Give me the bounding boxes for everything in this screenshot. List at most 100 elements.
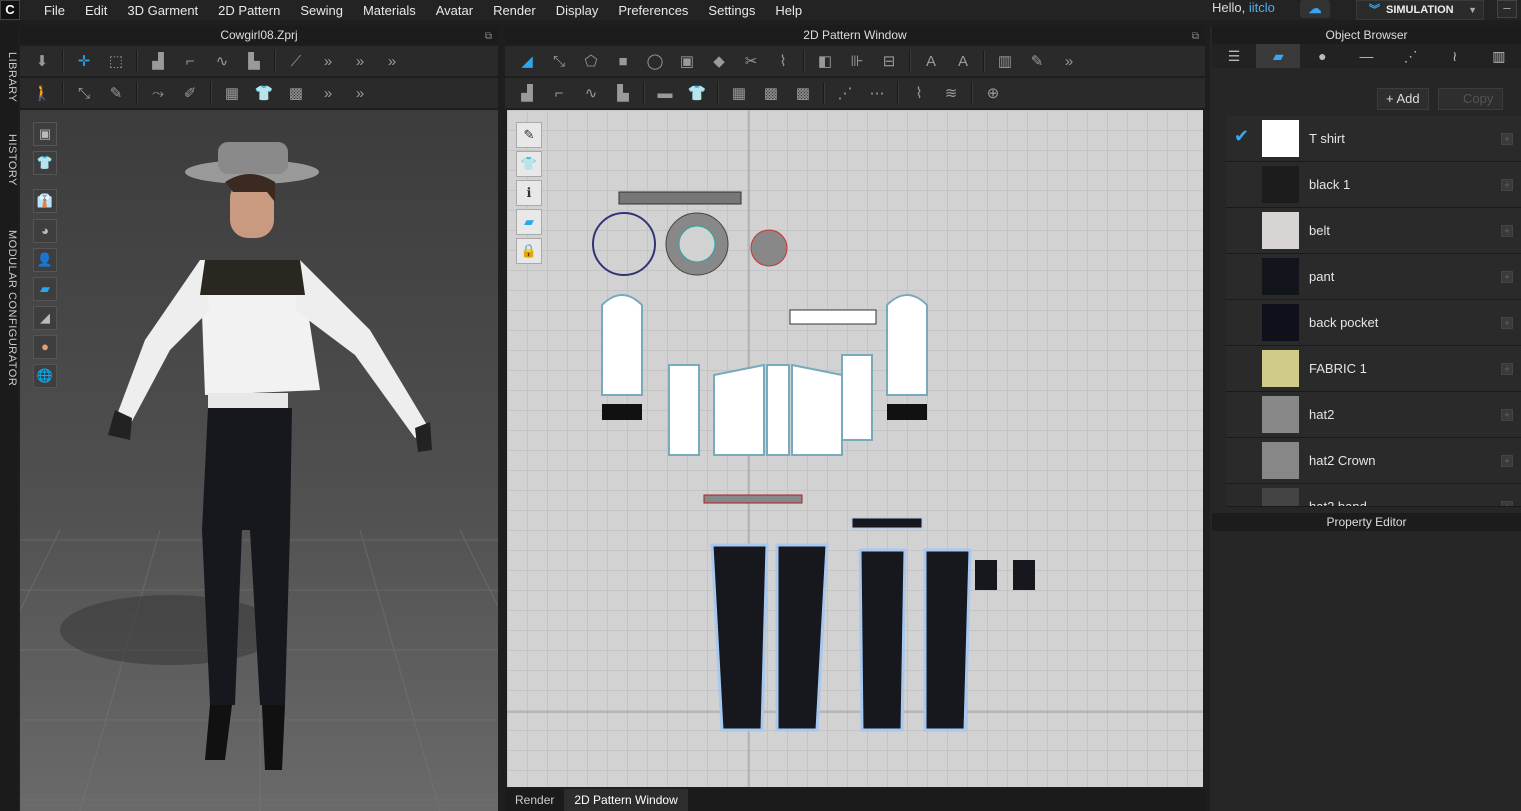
apply-fabric-icon[interactable]: + [1501,409,1513,421]
free-sew-icon[interactable]: ∿ [579,82,603,104]
show-garment-icon[interactable]: 👕 [33,151,57,175]
user-name[interactable]: iitclo [1249,0,1275,15]
minimize-button[interactable]: – [1497,0,1517,18]
zipper-tab-icon[interactable]: ≀ [1433,44,1477,68]
trims-tab-icon[interactable]: ▥ [1477,44,1521,68]
pin-icon[interactable]: ⟋ [284,50,308,72]
apply-fabric-icon[interactable]: + [1501,317,1513,329]
menu-3d-garment[interactable]: 3D Garment [117,3,208,18]
user-greeting[interactable]: Hello, iitclo [1212,0,1275,15]
fabric-view-icon[interactable]: ▰ [516,209,542,235]
shirt-pattern-icon[interactable]: 👕 [252,82,276,104]
fold-icon[interactable]: ◧ [813,50,837,72]
fabric-list-item[interactable]: belt + [1226,208,1521,254]
polygon-icon[interactable]: ⬠ [579,50,603,72]
apply-fabric-icon[interactable]: + [1501,271,1513,283]
texture-icon[interactable]: ▦ [220,82,244,104]
apply-fabric-icon[interactable]: + [1501,133,1513,145]
dropdown-arrow-icon[interactable]: ▼ [1468,1,1477,19]
locked-shirt-icon[interactable]: 🔒 [516,238,542,264]
checker-shirt-icon[interactable]: ▩ [284,82,308,104]
copy-button[interactable]: Copy [1438,88,1503,110]
iron-icon[interactable]: ▬ [653,82,677,104]
2d-pattern-canvas[interactable]: ✎ 👕 ℹ ▰ 🔒 [507,110,1203,787]
fabric-list-item[interactable]: ✔ T shirt + [1226,116,1521,162]
menu-sewing[interactable]: Sewing [290,3,353,18]
button-tool-icon[interactable]: ⊕ [981,82,1005,104]
add-button[interactable]: + Add [1377,88,1429,110]
tab-2d-pattern-window[interactable]: 2D Pattern Window [564,789,688,811]
menu-avatar[interactable]: Avatar [426,3,483,18]
fabric-list-item[interactable]: black 1 + [1226,162,1521,208]
move-tool-icon[interactable]: ✛ [72,50,96,72]
apply-fabric-icon[interactable]: + [1501,363,1513,375]
text-large-icon[interactable]: A [951,50,975,72]
display-avatar-icon[interactable]: ▣ [33,122,57,146]
tack-icon[interactable]: ▙ [611,82,635,104]
topstitch-tab-icon[interactable]: ⋰ [1389,44,1433,68]
button-tab-icon[interactable]: ● [1300,44,1344,68]
buttonhole-tab-icon[interactable]: — [1344,44,1388,68]
tab-history[interactable]: HISTORY [0,134,18,186]
text-small-icon[interactable]: A [919,50,943,72]
edit-pattern-icon[interactable]: ⤡ [547,50,571,72]
cloud-icon[interactable]: ☁ [1300,0,1330,18]
tack-icon[interactable]: ▙ [242,50,266,72]
sew-icon[interactable]: ▟ [515,82,539,104]
curve-icon[interactable]: ⤳ [146,82,170,104]
avatar-texture-icon[interactable]: ◕ [33,219,57,243]
zigzag-icon[interactable]: ≋ [939,82,963,104]
fabric-icon[interactable]: ▰ [33,277,57,301]
annotation-icon[interactable]: ✎ [1025,50,1049,72]
tab-modular-configurator[interactable]: MODULAR CONFIGURATOR [0,230,18,386]
menu-2d-pattern[interactable]: 2D Pattern [208,3,290,18]
menu-materials[interactable]: Materials [353,3,426,18]
shirt-icon[interactable]: 👕 [685,82,709,104]
cut-icon[interactable]: ✂ [739,50,763,72]
more-icon[interactable]: » [348,82,372,104]
fabric-list-item[interactable]: hat2 Crown + [1226,438,1521,484]
more-icon[interactable]: » [380,50,404,72]
list-icon[interactable]: ☰ [1212,44,1256,68]
pattern-visibility-icon[interactable]: ✎ [516,122,542,148]
circle-icon[interactable]: ◯ [643,50,667,72]
tab-library[interactable]: LIBRARY [0,52,18,102]
sewing-machine-icon[interactable]: ▟ [146,50,170,72]
free-sewing-icon[interactable]: ∿ [210,50,234,72]
puckering-icon[interactable]: ⌇ [907,82,931,104]
rectangle-icon[interactable]: ■ [611,50,635,72]
skin-icon[interactable]: ● [33,335,57,359]
trace-icon[interactable]: ⌇ [771,50,795,72]
fabric-list-item[interactable]: back pocket + [1226,300,1521,346]
fabric-tab-icon[interactable]: ▰ [1256,44,1301,68]
menu-file[interactable]: File [34,3,75,18]
3d-viewport[interactable]: ▣ 👕 👔 ◕ 👤 ▰ ◢ ● 🌐 [20,110,498,811]
dart-icon[interactable]: ◆ [707,50,731,72]
menu-preferences[interactable]: Preferences [608,3,698,18]
popout-icon[interactable]: ⧉ [485,28,492,46]
topstitch-icon[interactable]: ⋰ [833,82,857,104]
app-logo[interactable]: C [0,0,20,20]
tab-render[interactable]: Render [505,789,564,811]
globe-icon[interactable]: 🌐 [33,364,57,388]
show-shirt-icon[interactable]: 👕 [516,151,542,177]
checker-icon[interactable]: ▩ [791,82,815,104]
fabric-list-item[interactable]: hat2 + [1226,392,1521,438]
simulation-button[interactable]: ︾ SIMULATION ▼ [1356,0,1484,20]
menu-render[interactable]: Render [483,3,546,18]
avatar-pose-icon[interactable]: 🚶 [30,82,54,104]
draw-line-icon[interactable]: ⤡ [72,82,96,104]
info-icon[interactable]: ℹ [516,180,542,206]
menu-display[interactable]: Display [546,3,609,18]
apply-fabric-icon[interactable]: + [1501,501,1513,506]
internal-rect-icon[interactable]: ▣ [675,50,699,72]
menu-edit[interactable]: Edit [75,3,117,18]
avatar-icon[interactable]: 👤 [33,248,57,272]
menu-help[interactable]: Help [765,3,812,18]
measure-icon[interactable]: ⊟ [877,50,901,72]
stitch-icon[interactable]: ⋯ [865,82,889,104]
fabric-list-item[interactable]: pant + [1226,254,1521,300]
more-icon[interactable]: » [1057,50,1081,72]
segment-sewing-icon[interactable]: ⌐ [178,50,202,72]
brush-icon[interactable]: ✐ [178,82,202,104]
